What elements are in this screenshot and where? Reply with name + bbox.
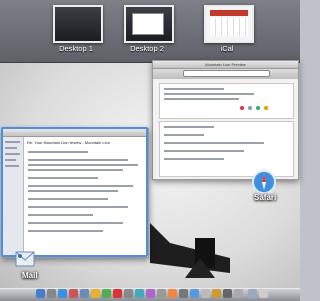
safari-window[interactable]: Mountain Lion Preview bbox=[152, 60, 299, 180]
space-thumbnail-ical[interactable] bbox=[204, 5, 254, 43]
app-icon[interactable] bbox=[102, 289, 111, 298]
app-icon[interactable] bbox=[190, 289, 199, 298]
selection-highlight bbox=[1, 127, 148, 257]
safari-dock-icon[interactable] bbox=[58, 289, 67, 298]
green-dot-icon bbox=[256, 106, 260, 110]
space-label-ical: iCal bbox=[220, 44, 234, 53]
text-line bbox=[164, 126, 214, 128]
app-icon[interactable] bbox=[201, 289, 210, 298]
app-icon[interactable] bbox=[69, 289, 78, 298]
safari-address-bar[interactable] bbox=[183, 70, 270, 77]
ical-header bbox=[210, 10, 248, 16]
safari-page-content bbox=[153, 79, 298, 179]
additional-options-panel bbox=[159, 121, 294, 177]
finder-icon[interactable] bbox=[36, 289, 45, 298]
text-line bbox=[164, 98, 239, 100]
text-line bbox=[164, 93, 254, 95]
text-line bbox=[164, 142, 264, 144]
safari-app-label: Safari bbox=[254, 193, 277, 202]
mail-app-label: Mail bbox=[22, 271, 38, 280]
space-thumbnail-desktop-2[interactable] bbox=[124, 5, 174, 43]
mail-icon[interactable] bbox=[14, 248, 36, 270]
thumbnail-window bbox=[132, 13, 164, 35]
space-label-desktop-2: Desktop 2 bbox=[130, 44, 164, 53]
app-icon[interactable] bbox=[234, 289, 243, 298]
ical-dock-icon[interactable] bbox=[113, 289, 122, 298]
red-dot-icon bbox=[240, 106, 244, 110]
app-icon[interactable] bbox=[146, 289, 155, 298]
downloads-stack-icon[interactable] bbox=[248, 289, 257, 298]
mail-dock-icon[interactable] bbox=[80, 289, 89, 298]
app-icon[interactable] bbox=[91, 289, 100, 298]
settings-panel bbox=[159, 83, 294, 119]
text-line bbox=[164, 158, 224, 160]
app-icon[interactable] bbox=[179, 289, 188, 298]
orange-dot-icon bbox=[264, 106, 268, 110]
safari-title: Mountain Lion Preview bbox=[153, 61, 298, 69]
text-line bbox=[164, 134, 204, 136]
text-line bbox=[164, 150, 244, 152]
app-icon[interactable] bbox=[124, 289, 133, 298]
gray-dot-icon bbox=[248, 106, 252, 110]
app-icon[interactable] bbox=[168, 289, 177, 298]
ical-grid bbox=[210, 18, 248, 36]
safari-icon[interactable] bbox=[252, 170, 276, 194]
text-line bbox=[164, 88, 224, 90]
app-icon[interactable] bbox=[157, 289, 166, 298]
app-icon[interactable] bbox=[223, 289, 232, 298]
app-icon[interactable] bbox=[135, 289, 144, 298]
launchpad-icon[interactable] bbox=[47, 289, 56, 298]
space-thumbnail-desktop-1[interactable] bbox=[53, 5, 103, 43]
app-icon[interactable] bbox=[212, 289, 221, 298]
trash-icon[interactable] bbox=[259, 289, 268, 298]
space-label-desktop-1: Desktop 1 bbox=[59, 44, 93, 53]
